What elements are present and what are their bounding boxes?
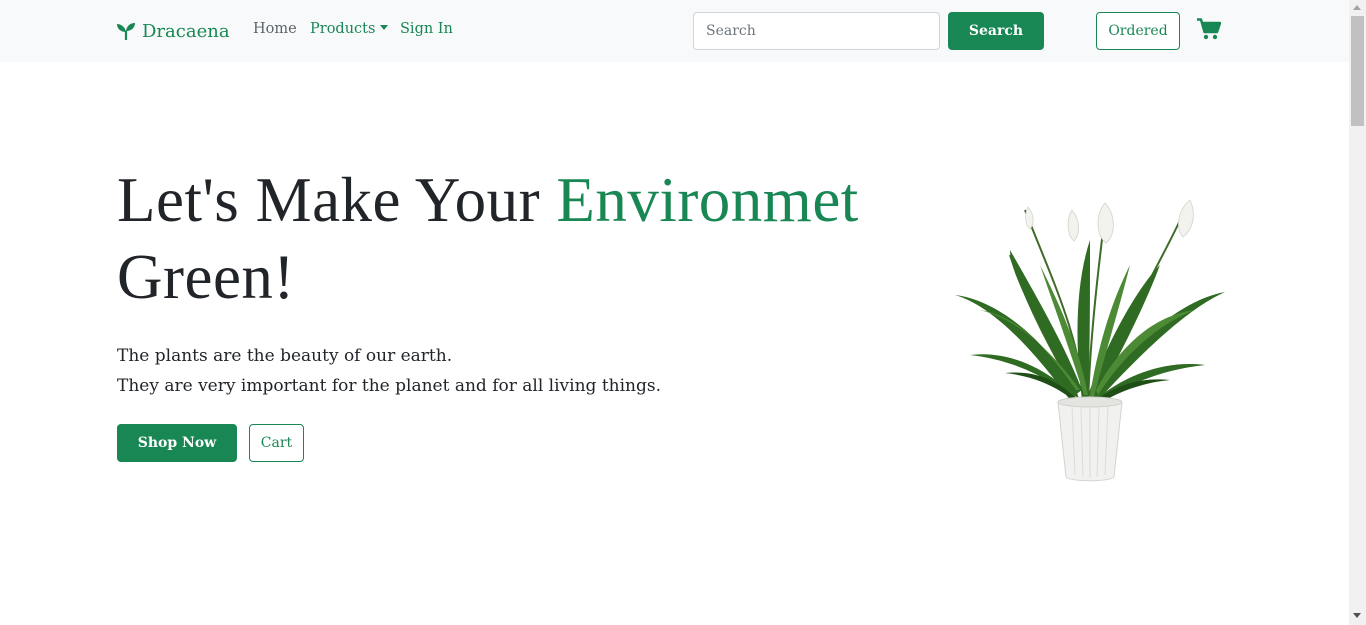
search-button[interactable]: Search (948, 12, 1044, 50)
hero-line-1: The plants are the beauty of our earth. (117, 346, 453, 366)
sprout-icon (117, 23, 135, 40)
brand-name: Dracaena (142, 20, 230, 42)
search-input[interactable] (693, 12, 940, 50)
plant-image (955, 199, 1225, 482)
nav-home-link[interactable]: Home (253, 21, 297, 37)
scroll-down-arrow-icon[interactable] (1353, 613, 1361, 618)
scrollbar[interactable] (1349, 0, 1366, 625)
scrollbar-thumb[interactable] (1351, 16, 1364, 126)
nav-products-label: Products (310, 21, 376, 37)
shop-now-button[interactable]: Shop Now (117, 424, 237, 462)
hero-line-2: They are very important for the planet a… (117, 376, 661, 396)
caret-down-icon (380, 25, 389, 30)
nav-signin-link[interactable]: Sign In (400, 21, 453, 37)
hero-title: Let's Make Your Environmet Green! (117, 162, 947, 316)
shopping-cart-icon[interactable] (1197, 18, 1221, 40)
ordered-button[interactable]: Ordered (1096, 12, 1180, 50)
hero-title-part1: Let's Make Your (117, 165, 557, 235)
nav-products-dropdown[interactable]: Products (310, 21, 389, 37)
brand-link[interactable]: Dracaena (116, 19, 230, 43)
hero-title-accent: Environmet (556, 165, 859, 235)
scroll-up-arrow-icon[interactable] (1353, 5, 1361, 10)
cart-button[interactable]: Cart (249, 424, 304, 462)
hero-title-part2: Green! (117, 242, 295, 312)
hero-description: The plants are the beauty of our earth. T… (117, 341, 817, 401)
navbar: Dracaena Home Products Sign In Search Or… (0, 0, 1349, 62)
